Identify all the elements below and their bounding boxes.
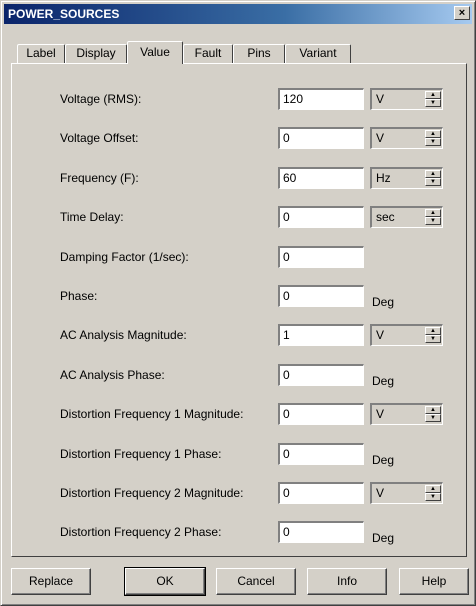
field-label: Distortion Frequency 2 Magnitude:	[60, 486, 244, 500]
field-row: Damping Factor (1/sec): 0	[12, 244, 466, 270]
value-input[interactable]: 0	[278, 285, 364, 307]
unit-select-value: V	[376, 328, 385, 342]
spin-up-icon[interactable]: ▲	[425, 170, 441, 178]
tab-fault[interactable]: Fault	[183, 44, 233, 63]
unit-select[interactable]: sec ▲ ▼	[370, 206, 443, 228]
spin-down-icon[interactable]: ▼	[425, 414, 441, 422]
field-row: AC Analysis Phase: 0 Deg	[12, 362, 466, 388]
unit-select-value: V	[376, 486, 385, 500]
value-input[interactable]: 0	[278, 364, 364, 386]
unit-select-value: V	[376, 131, 385, 145]
unit-spinner[interactable]: ▲ ▼	[425, 485, 441, 502]
unit-select-value: Hz	[376, 171, 391, 185]
unit-label: Deg	[372, 531, 395, 545]
spin-down-icon[interactable]: ▼	[425, 99, 441, 107]
info-button[interactable]: Info	[307, 568, 387, 595]
tab-variant[interactable]: Variant	[285, 44, 351, 63]
window-title: POWER_SOURCES	[8, 7, 120, 21]
tab-label[interactable]: Label	[17, 44, 65, 63]
spin-down-icon[interactable]: ▼	[425, 138, 441, 146]
unit-select[interactable]: V ▲ ▼	[370, 482, 443, 504]
spin-up-icon[interactable]: ▲	[425, 406, 441, 414]
tab-pins[interactable]: Pins	[233, 44, 285, 63]
field-label: Distortion Frequency 1 Phase:	[60, 447, 222, 461]
value-input[interactable]: 120	[278, 88, 364, 110]
unit-spinner[interactable]: ▲ ▼	[425, 170, 441, 187]
unit-spinner[interactable]: ▲ ▼	[425, 406, 441, 423]
field-row: Phase: 0 Deg	[12, 283, 466, 309]
field-row: Voltage (RMS): 120 V ▲ ▼	[12, 86, 466, 112]
value-input[interactable]: 0	[278, 482, 364, 504]
unit-select[interactable]: V ▲ ▼	[370, 324, 443, 346]
tab-value[interactable]: Value	[127, 41, 183, 64]
field-row: Distortion Frequency 1 Phase: 0 Deg	[12, 441, 466, 467]
spin-down-icon[interactable]: ▼	[425, 178, 441, 186]
unit-select[interactable]: V ▲ ▼	[370, 403, 443, 425]
field-row: Frequency (F): 60 Hz ▲ ▼	[12, 165, 466, 191]
field-label: Time Delay:	[60, 210, 124, 224]
field-label: Voltage Offset:	[60, 131, 139, 145]
spin-up-icon[interactable]: ▲	[425, 209, 441, 217]
unit-label: Deg	[372, 374, 395, 388]
close-icon: ×	[458, 7, 466, 19]
unit-label: Deg	[372, 295, 395, 309]
unit-spinner[interactable]: ▲ ▼	[425, 327, 441, 344]
field-row: Distortion Frequency 2 Phase: 0 Deg	[12, 519, 466, 545]
unit-select-value: V	[376, 92, 385, 106]
unit-select-value: sec	[376, 210, 395, 224]
unit-spinner[interactable]: ▲ ▼	[425, 91, 441, 108]
field-row: Distortion Frequency 2 Magnitude: 0 V ▲ ▼	[12, 480, 466, 506]
field-label: Frequency (F):	[60, 171, 139, 185]
spin-up-icon[interactable]: ▲	[425, 130, 441, 138]
value-input[interactable]: 0	[278, 206, 364, 228]
help-button[interactable]: Help	[399, 568, 469, 595]
unit-label: Deg	[372, 453, 395, 467]
value-input[interactable]: 0	[278, 127, 364, 149]
spin-up-icon[interactable]: ▲	[425, 91, 441, 99]
field-row: AC Analysis Magnitude: 1 V ▲ ▼	[12, 322, 466, 348]
ok-button[interactable]: OK	[124, 567, 206, 596]
unit-select-value: V	[376, 407, 385, 421]
tab-display[interactable]: Display	[65, 44, 127, 63]
unit-spinner[interactable]: ▲ ▼	[425, 209, 441, 226]
value-input[interactable]: 0	[278, 521, 364, 543]
power-sources-dialog: POWER_SOURCES × Label Display Value Faul…	[0, 0, 476, 606]
field-label: Damping Factor (1/sec):	[60, 250, 189, 264]
unit-select[interactable]: V ▲ ▼	[370, 127, 443, 149]
spin-down-icon[interactable]: ▼	[425, 217, 441, 225]
value-tab-panel: Voltage (RMS): 120 V ▲ ▼ Voltage Offset: 0 V ▲ ▼ F…	[11, 63, 467, 557]
unit-select[interactable]: V ▲ ▼	[370, 88, 443, 110]
close-button[interactable]: ×	[454, 6, 470, 20]
field-label: AC Analysis Phase:	[60, 368, 165, 382]
value-input[interactable]: 60	[278, 167, 364, 189]
value-input[interactable]: 0	[278, 443, 364, 465]
value-input[interactable]: 0	[278, 246, 364, 268]
field-row: Time Delay: 0 sec ▲ ▼	[12, 204, 466, 230]
spin-down-icon[interactable]: ▼	[425, 493, 441, 501]
field-label: Distortion Frequency 1 Magnitude:	[60, 407, 244, 421]
field-label: Distortion Frequency 2 Phase:	[60, 525, 222, 539]
spin-up-icon[interactable]: ▲	[425, 327, 441, 335]
unit-spinner[interactable]: ▲ ▼	[425, 130, 441, 147]
field-row: Voltage Offset: 0 V ▲ ▼	[12, 125, 466, 151]
field-row: Distortion Frequency 1 Magnitude: 0 V ▲ ▼	[12, 401, 466, 427]
title-bar: POWER_SOURCES ×	[4, 4, 472, 24]
unit-select[interactable]: Hz ▲ ▼	[370, 167, 443, 189]
value-input[interactable]: 1	[278, 324, 364, 346]
cancel-button[interactable]: Cancel	[216, 568, 296, 595]
field-label: AC Analysis Magnitude:	[60, 328, 187, 342]
value-input[interactable]: 0	[278, 403, 364, 425]
field-label: Phase:	[60, 289, 98, 303]
spin-up-icon[interactable]: ▲	[425, 485, 441, 493]
replace-button[interactable]: Replace	[11, 568, 91, 595]
spin-down-icon[interactable]: ▼	[425, 335, 441, 343]
field-label: Voltage (RMS):	[60, 92, 142, 106]
